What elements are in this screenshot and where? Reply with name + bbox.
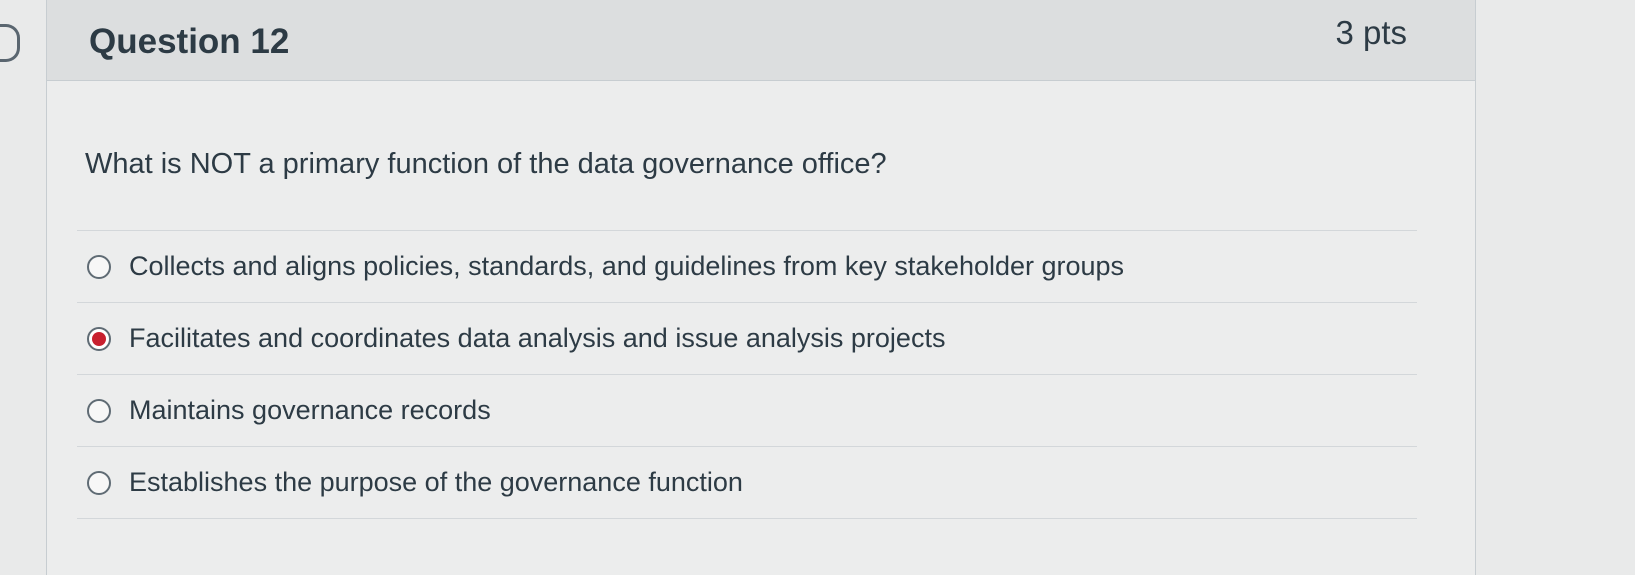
answer-label[interactable]: Collects and aligns policies, standards,… bbox=[129, 251, 1124, 282]
radio-button-selected-icon[interactable] bbox=[87, 326, 111, 351]
question-header: Question 12 3 pts bbox=[47, 0, 1475, 81]
answer-option-2[interactable]: Facilitates and coordinates data analysi… bbox=[77, 303, 1417, 375]
answer-label[interactable]: Maintains governance records bbox=[129, 395, 491, 426]
question-title: Question 12 bbox=[89, 22, 290, 61]
bookmark-flag-icon[interactable] bbox=[0, 24, 20, 62]
answer-option-4[interactable]: Establishes the purpose of the governanc… bbox=[77, 447, 1417, 519]
answer-label[interactable]: Facilitates and coordinates data analysi… bbox=[129, 323, 945, 354]
question-card: Question 12 3 pts What is NOT a primary … bbox=[46, 0, 1476, 575]
answer-option-1[interactable]: Collects and aligns policies, standards,… bbox=[77, 231, 1417, 303]
radio-button-icon[interactable] bbox=[87, 254, 111, 279]
answer-label[interactable]: Establishes the purpose of the governanc… bbox=[129, 467, 743, 498]
radio-button-icon[interactable] bbox=[87, 398, 111, 423]
question-text: What is NOT a primary function of the da… bbox=[85, 148, 887, 180]
radio-button-icon[interactable] bbox=[87, 470, 111, 495]
answer-list: Collects and aligns policies, standards,… bbox=[77, 230, 1417, 519]
question-points: 3 pts bbox=[1335, 14, 1407, 51]
answer-option-3[interactable]: Maintains governance records bbox=[77, 375, 1417, 447]
